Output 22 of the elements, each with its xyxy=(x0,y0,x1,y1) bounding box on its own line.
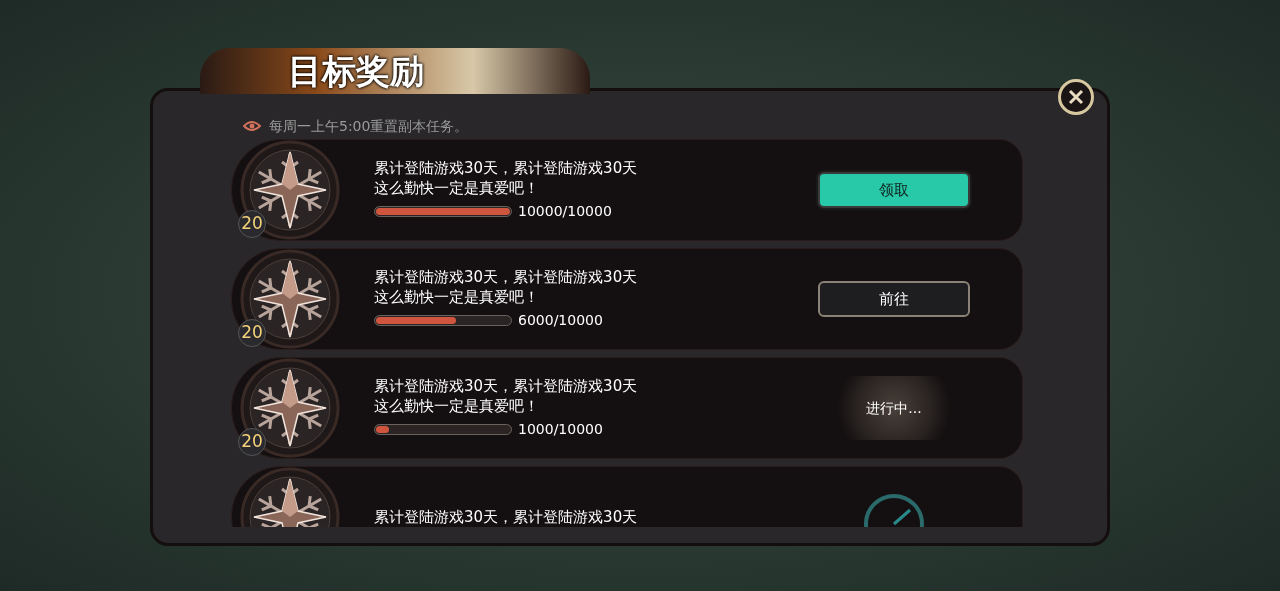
level-badge: 20 xyxy=(238,210,266,238)
reset-notice: 每周一上午5:00重置副本任务。 xyxy=(269,116,469,136)
level-badge: 20 xyxy=(238,319,266,347)
level-badge: 20 xyxy=(238,428,266,456)
panel-title: 目标奖励 xyxy=(288,54,424,88)
progress-reading: 6000/10000 xyxy=(518,311,603,330)
progress-reading: 10000/10000 xyxy=(518,202,612,221)
task-description: 累计登陆游戏30天，累计登陆游戏30天 xyxy=(374,507,639,527)
task-description: 这么勤快一定是真爱吧！ xyxy=(374,178,540,198)
close-button[interactable] xyxy=(1058,79,1094,115)
task-description: 累计登陆游戏30天，累计登陆游戏30天 xyxy=(374,158,639,178)
in-progress-label: 进行中... xyxy=(866,398,922,418)
go-button[interactable]: 前往 xyxy=(818,281,970,317)
close-icon xyxy=(1068,89,1084,105)
eye-icon xyxy=(243,120,261,132)
dial-icon xyxy=(862,492,926,527)
task-description: 累计登陆游戏30天，累计登陆游戏30天 xyxy=(374,376,639,396)
task-description: 这么勤快一定是真爱吧！ xyxy=(374,287,540,307)
task-description: 这么勤快一定是真爱吧！ xyxy=(374,396,540,416)
claim-button[interactable]: 领取 xyxy=(818,172,970,208)
task-description: 累计登陆游戏30天，累计登陆游戏30天 xyxy=(374,267,639,287)
progress-reading: 1000/10000 xyxy=(518,420,603,439)
